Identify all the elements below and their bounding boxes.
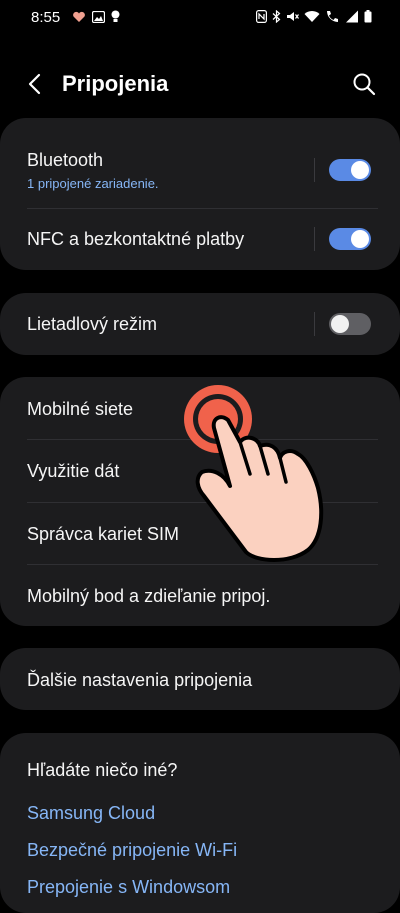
mobile-networks-label: Mobilné siete xyxy=(27,399,134,419)
airplane-separator xyxy=(314,312,315,336)
samsung-cloud-link[interactable]: Samsung Cloud xyxy=(27,803,155,824)
pointing-hand-icon xyxy=(195,415,324,562)
app-bar: Pripojenia xyxy=(0,60,400,108)
wifi-icon xyxy=(304,11,320,22)
bluetooth-icon xyxy=(272,10,281,23)
hotspot-row[interactable]: Mobilný bod a zdieľanie pripoj. xyxy=(0,565,400,626)
call-icon xyxy=(327,11,338,22)
more-settings-row[interactable]: Ďalšie nastavenia pripojenia xyxy=(0,648,400,710)
status-time: 8:55 xyxy=(31,9,61,26)
status-left-icons xyxy=(72,10,120,23)
signal-icon xyxy=(346,10,358,23)
airplane-row[interactable]: Lietadlový režim xyxy=(0,293,400,355)
search-icon xyxy=(353,73,376,96)
status-bar: 8:55 xyxy=(0,0,400,36)
secure-wifi-link[interactable]: Bezpečné pripojenie Wi-Fi xyxy=(27,840,237,861)
nfc-toggle[interactable] xyxy=(329,228,371,250)
page-title: Pripojenia xyxy=(62,71,169,96)
heart-icon xyxy=(73,11,85,22)
mute-icon xyxy=(287,12,299,21)
nfc-row[interactable]: NFC a bezkontaktné platby xyxy=(0,209,400,270)
bluetooth-label: Bluetooth xyxy=(27,150,104,170)
bluetooth-separator xyxy=(314,158,315,182)
airplane-toggle[interactable] xyxy=(329,313,371,335)
more-settings-label: Ďalšie nastavenia pripojenia xyxy=(27,670,253,690)
hotspot-label: Mobilný bod a zdieľanie pripoj. xyxy=(27,586,271,606)
tap-gesture-overlay xyxy=(184,385,324,562)
nfc-label: NFC a bezkontaktné platby xyxy=(27,229,245,249)
sim-manager-label: Správca kariet SIM xyxy=(27,524,180,544)
link-to-windows-link[interactable]: Prepojenie s Windowsom xyxy=(27,877,230,898)
more-settings-card: Ďalšie nastavenia pripojenia xyxy=(0,648,400,710)
toggle-knob xyxy=(351,230,369,248)
airplane-card: Lietadlový režim xyxy=(0,293,400,355)
bluetooth-toggle[interactable] xyxy=(329,159,371,181)
bluetooth-subtitle: 1 pripojené zariadenie. xyxy=(27,176,159,191)
toggle-knob xyxy=(351,161,369,179)
bulb-icon xyxy=(111,10,120,22)
image-icon xyxy=(92,10,105,23)
toggle-knob xyxy=(331,315,349,333)
nfc-icon xyxy=(256,10,267,23)
back-button[interactable] xyxy=(22,70,50,98)
battery-icon xyxy=(364,10,372,23)
status-right-icons xyxy=(256,10,372,23)
bluetooth-row[interactable]: Bluetooth 1 pripojené zariadenie. xyxy=(0,118,400,208)
search-button[interactable] xyxy=(350,70,378,98)
nfc-separator xyxy=(314,227,315,251)
data-usage-label: Využitie dát xyxy=(27,461,120,481)
back-arrow-icon xyxy=(28,73,41,95)
suggestions-title: Hľadáte niečo iné? xyxy=(27,760,178,780)
suggestions-card: Hľadáte niečo iné? Samsung Cloud Bezpečn… xyxy=(0,733,400,913)
airplane-label: Lietadlový režim xyxy=(27,314,158,334)
bluetooth-nfc-card: Bluetooth 1 pripojené zariadenie. NFC a … xyxy=(0,118,400,270)
